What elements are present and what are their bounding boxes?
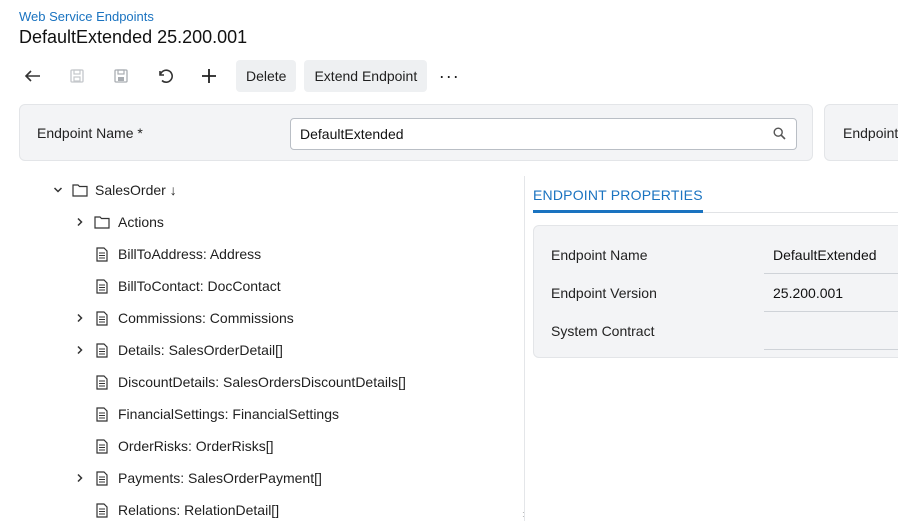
tree-node-label: OrderRisks: OrderRisks[] [118, 438, 274, 454]
tree-node-actions[interactable]: Actions [48, 206, 518, 238]
property-label: Endpoint Name [551, 247, 648, 263]
chevron-right-icon[interactable] [72, 214, 88, 230]
tree-node-billtoaddress[interactable]: BillToAddress: Address [48, 238, 518, 270]
folder-icon [94, 214, 110, 230]
property-label: Endpoint Version [551, 285, 657, 301]
chevron-down-icon[interactable] [50, 182, 66, 198]
tree-node-label: FinancialSettings: FinancialSettings [118, 406, 340, 422]
tree-node-label: SalesOrder ↓ [95, 182, 177, 198]
tree-node-label: Payments: SalesOrderPayment[] [118, 470, 322, 486]
endpoint-version-panel: Endpoint [824, 104, 898, 161]
toolbar: Delete Extend Endpoint ··· [16, 60, 463, 92]
endpoint-name-input[interactable]: DefaultExtended [290, 118, 797, 150]
save-icon[interactable] [104, 60, 138, 92]
endpoint-name-label: Endpoint Name * [37, 125, 143, 141]
search-icon[interactable] [773, 127, 786, 143]
chevron-right-icon[interactable] [72, 310, 88, 326]
tree-node-commissions[interactable]: Commissions: Commissions [48, 302, 518, 334]
endpoint-form-panel: Endpoint Name * DefaultExtended [19, 104, 813, 161]
property-row-endpoint-version: Endpoint Version 25.200.001 [534, 274, 898, 312]
delete-button[interactable]: Delete [236, 60, 297, 92]
endpoint-tree: SalesOrder ↓ Actions BillToAddress: Addr… [48, 174, 518, 521]
tree-node-label: BillToAddress: Address [118, 246, 262, 262]
tree-node-billtocontact[interactable]: BillToContact: DocContact [48, 270, 518, 302]
save-and-close-icon[interactable] [60, 60, 94, 92]
endpoint-name-label-text: Endpoint Name [37, 125, 134, 141]
property-label: System Contract [551, 323, 655, 339]
property-value[interactable]: DefaultExtended [764, 236, 898, 274]
folder-icon [72, 182, 88, 198]
tree-node-label: BillToContact: DocContact [118, 278, 281, 294]
tree-node-orderrisks[interactable]: OrderRisks: OrderRisks[] [48, 430, 518, 462]
document-icon [94, 438, 110, 454]
splitter-grip-icon[interactable]: · · [522, 509, 525, 521]
tree-node-label: Actions [118, 214, 164, 230]
property-value[interactable] [764, 312, 898, 350]
document-icon [94, 502, 110, 518]
document-icon [94, 310, 110, 326]
document-icon [94, 374, 110, 390]
tab-bar: ENDPOINT PROPERTIES [533, 176, 898, 213]
tree-node-discountdetails[interactable]: DiscountDetails: SalesOrdersDiscountDeta… [48, 366, 518, 398]
tree-node-label: DiscountDetails: SalesOrdersDiscountDeta… [118, 374, 406, 390]
tree-node-label: Commissions: Commissions [118, 310, 294, 326]
tree-node-payments[interactable]: Payments: SalesOrderPayment[] [48, 462, 518, 494]
property-row-endpoint-name: Endpoint Name DefaultExtended [534, 236, 898, 274]
add-icon[interactable] [192, 60, 226, 92]
required-mark: * [137, 125, 143, 141]
more-actions-icon[interactable]: ··· [435, 60, 463, 92]
endpoint-version-label: Endpoint [843, 125, 898, 141]
breadcrumb[interactable]: Web Service Endpoints [19, 9, 154, 24]
property-row-system-contract: System Contract [534, 312, 898, 350]
document-icon [94, 246, 110, 262]
document-icon [94, 342, 110, 358]
endpoint-name-value: DefaultExtended [300, 126, 404, 142]
tab-endpoint-properties[interactable]: ENDPOINT PROPERTIES [533, 187, 703, 213]
property-value[interactable]: 25.200.001 [764, 274, 898, 312]
tree-node-label: Details: SalesOrderDetail[] [118, 342, 283, 358]
panel-splitter[interactable] [524, 176, 525, 521]
tree-node-label: Relations: RelationDetail[] [118, 502, 280, 518]
document-icon [94, 470, 110, 486]
endpoint-properties-panel: Endpoint Name DefaultExtended Endpoint V… [533, 225, 898, 358]
undo-icon[interactable] [148, 60, 182, 92]
chevron-right-icon[interactable] [72, 342, 88, 358]
tree-node-salesorder[interactable]: SalesOrder ↓ [48, 174, 518, 206]
back-icon[interactable] [16, 60, 50, 92]
tree-node-details[interactable]: Details: SalesOrderDetail[] [48, 334, 518, 366]
tree-node-financialsettings[interactable]: FinancialSettings: FinancialSettings [48, 398, 518, 430]
chevron-right-icon[interactable] [72, 470, 88, 486]
extend-endpoint-button[interactable]: Extend Endpoint [304, 60, 428, 92]
tree-node-relations[interactable]: Relations: RelationDetail[] [48, 494, 518, 521]
document-icon [94, 406, 110, 422]
document-icon [94, 278, 110, 294]
page-title: DefaultExtended 25.200.001 [19, 27, 248, 47]
